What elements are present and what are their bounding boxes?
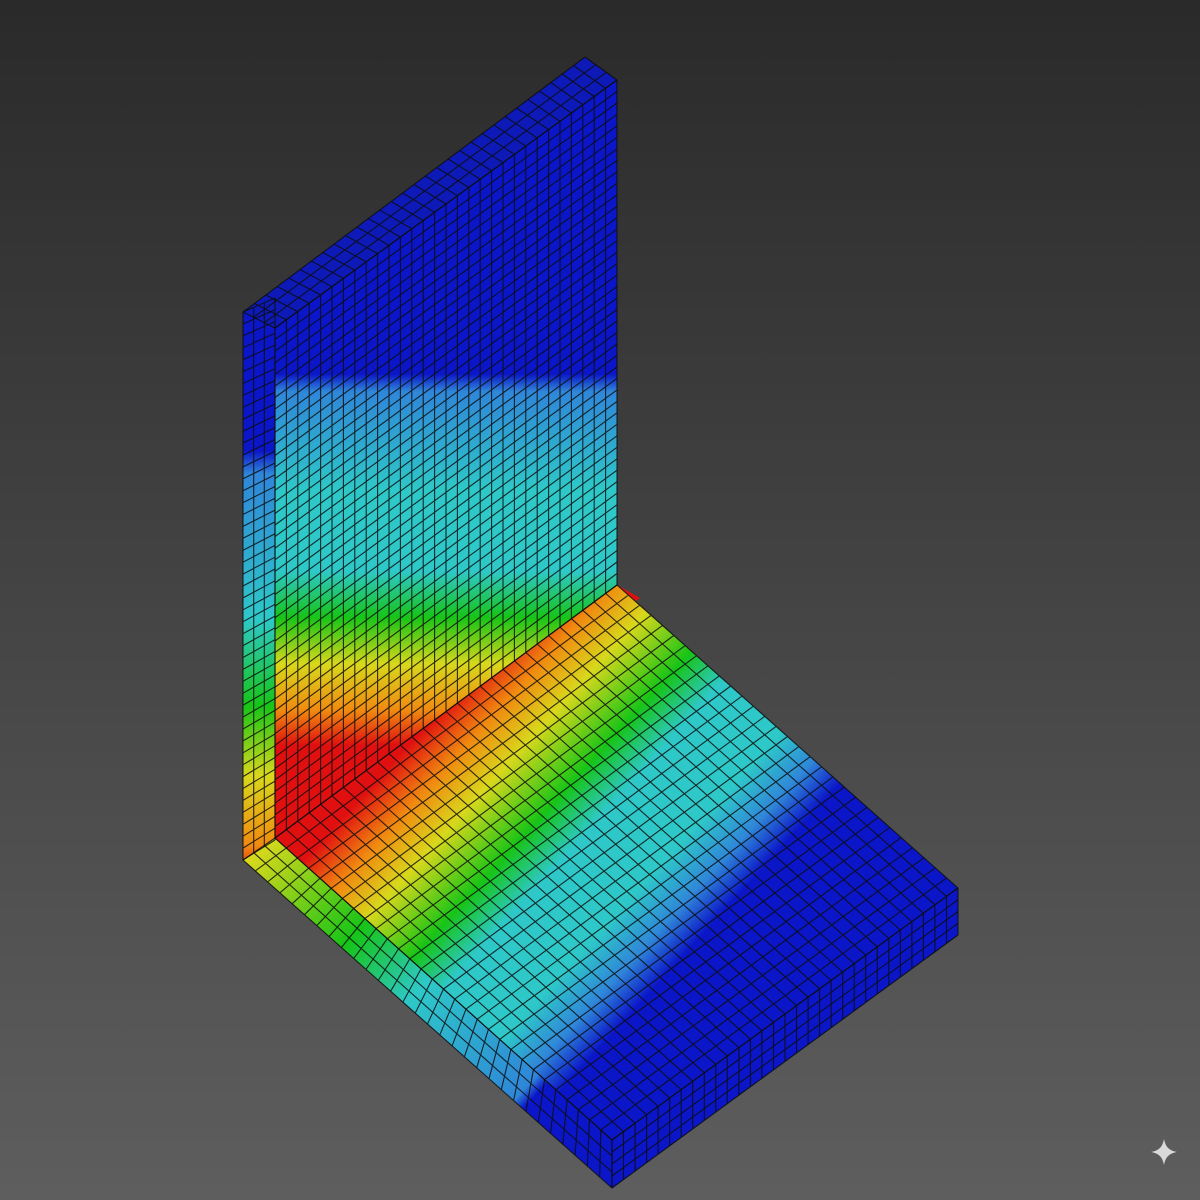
- fe-mesh-contour-plot[interactable]: [0, 0, 1200, 1200]
- sparkle-icon: [1151, 1139, 1177, 1165]
- model-viewport[interactable]: [0, 0, 1200, 1200]
